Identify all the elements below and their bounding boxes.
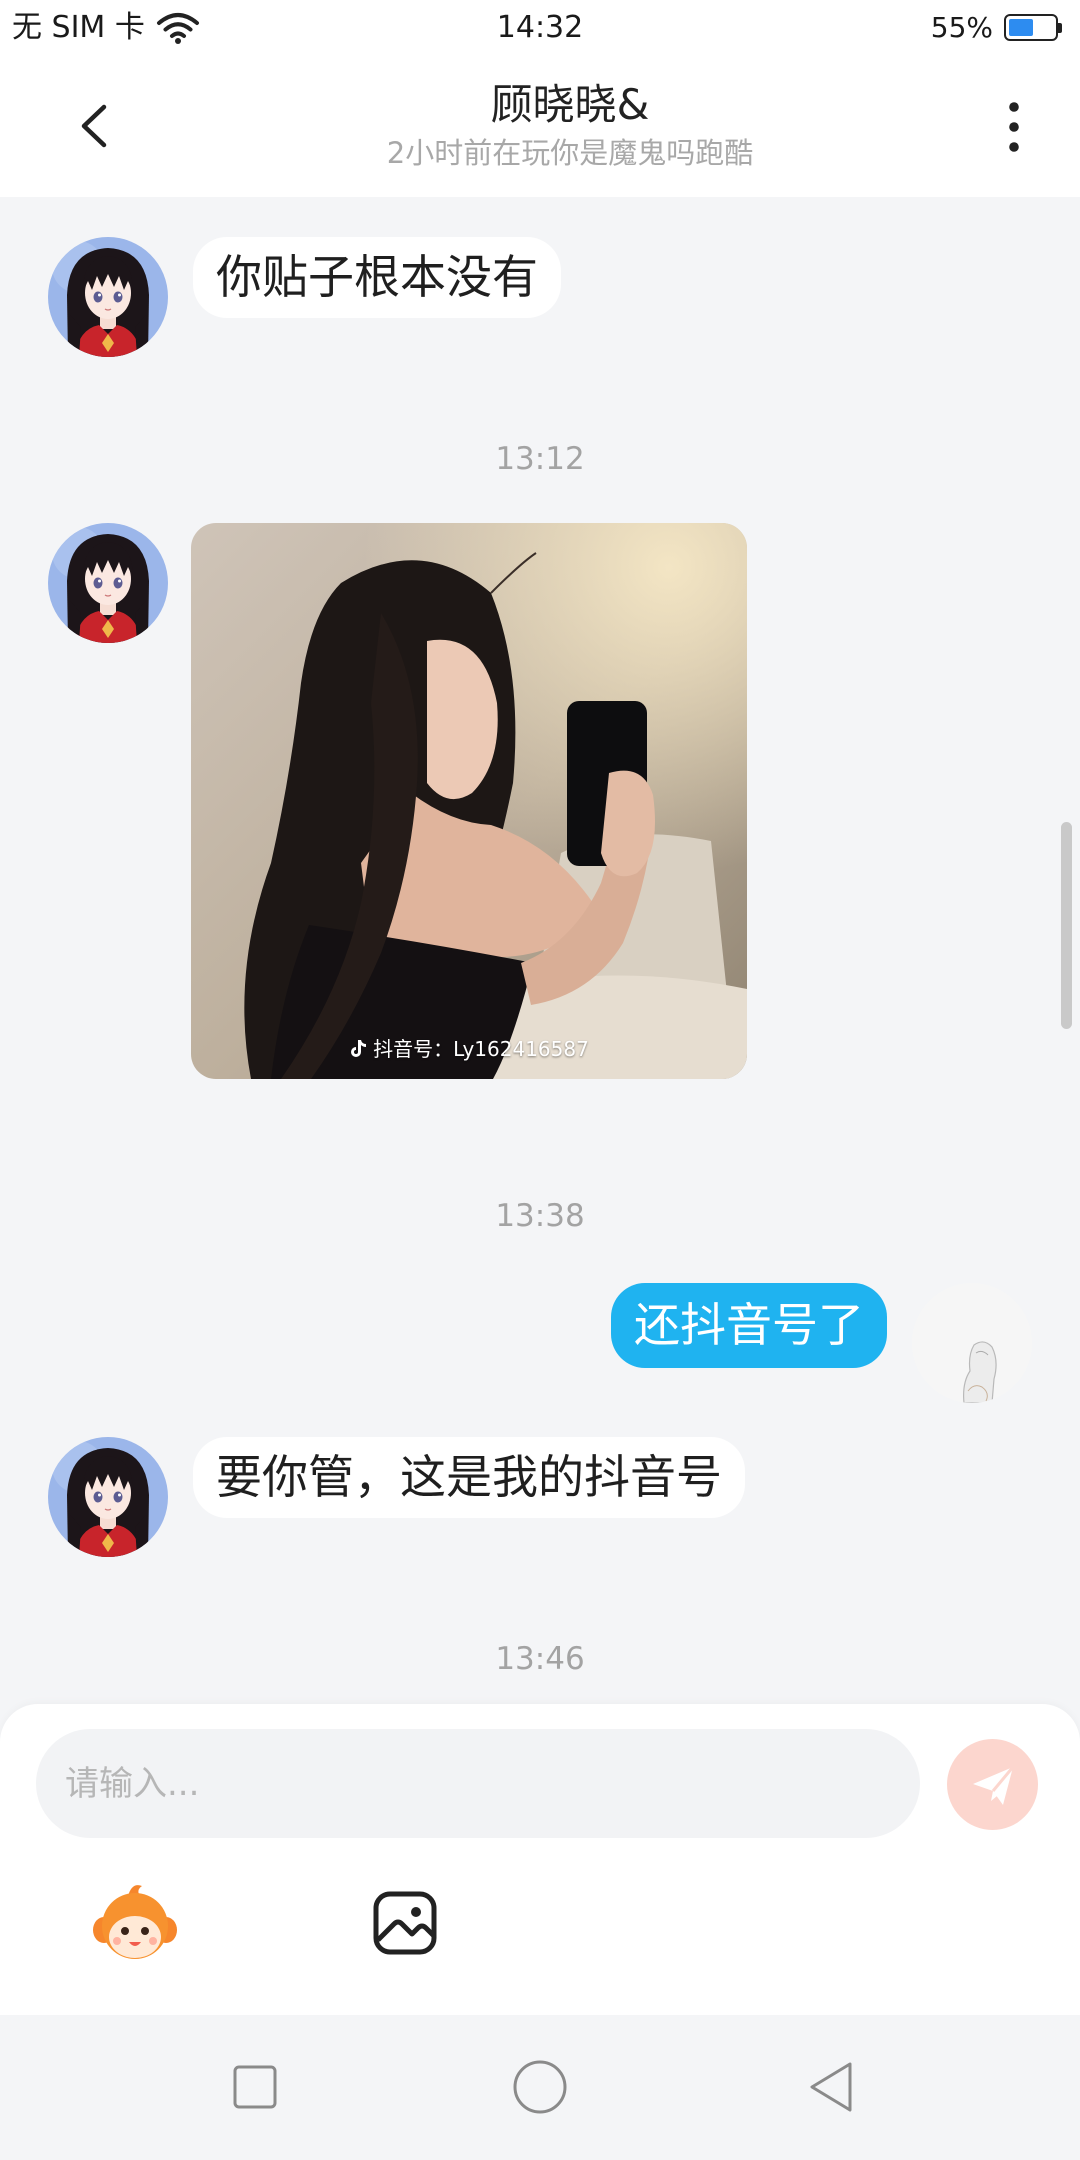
message-bubble[interactable]: 要你管，这是我的抖音号 <box>193 1437 745 1518</box>
message-timestamp: 13:12 <box>495 441 585 477</box>
message-row-outgoing: 还抖音号了 <box>0 1283 1080 1413</box>
my-avatar[interactable] <box>912 1283 1032 1403</box>
photo-content <box>191 523 747 1079</box>
emoji-mascot-icon[interactable] <box>92 1880 178 1966</box>
avatar-girl-icon <box>48 237 168 357</box>
recent-apps-icon[interactable] <box>232 2064 278 2110</box>
system-nav-bar <box>0 2015 1080 2160</box>
back-icon[interactable] <box>806 2060 856 2114</box>
battery-level-fill <box>1009 19 1034 36</box>
back-button[interactable] <box>72 99 116 153</box>
home-icon[interactable] <box>512 2059 568 2115</box>
send-icon <box>972 1765 1014 1805</box>
more-vertical-icon <box>1009 102 1019 152</box>
watermark-text: 抖音号：Ly162416587 <box>373 1037 589 1061</box>
avatar-girl-icon <box>48 1437 168 1557</box>
avatar-girl-icon <box>48 523 168 643</box>
conversation-title-block[interactable]: 顾晓晓& 2小时前在玩你是魔鬼吗跑酷 <box>140 55 1000 197</box>
battery-body <box>1004 14 1058 41</box>
image-icon[interactable] <box>372 1890 438 1956</box>
battery-cap <box>1058 22 1062 33</box>
battery-icon <box>1004 14 1064 41</box>
message-bubble[interactable]: 你贴子根本没有 <box>193 237 561 318</box>
battery-percentage: 55% <box>930 11 993 44</box>
wifi-icon <box>157 13 199 44</box>
message-row-incoming: 要你管，这是我的抖音号 <box>0 1437 1080 1567</box>
message-composer <box>0 1704 1080 2015</box>
message-timestamp: 13:46 <box>495 1641 585 1677</box>
douyin-logo-icon <box>351 1040 367 1057</box>
more-menu-button[interactable] <box>994 97 1034 157</box>
send-button[interactable] <box>947 1739 1038 1830</box>
contact-avatar[interactable] <box>48 1437 168 1557</box>
message-row-incoming: 你贴子根本没有 <box>0 237 1080 367</box>
contact-name: 顾晓晓& <box>490 80 650 129</box>
message-input[interactable] <box>36 1729 920 1838</box>
chat-scrollbar[interactable] <box>1061 822 1072 1029</box>
chevron-left-icon <box>81 104 107 148</box>
chat-history[interactable]: 你贴子根本没有 13:12 抖音号：Ly162416587 13:38 还抖音号… <box>0 197 1080 1704</box>
message-bubble[interactable]: 还抖音号了 <box>611 1283 887 1368</box>
chat-header: 顾晓晓& 2小时前在玩你是魔鬼吗跑酷 <box>0 55 1080 197</box>
clock: 14:32 <box>496 10 584 45</box>
shared-photo[interactable]: 抖音号：Ly162416587 <box>191 523 747 1079</box>
status-bar: 无 SIM 卡 14:32 55% <box>0 0 1080 55</box>
carrier-label: 无 SIM 卡 <box>12 10 145 45</box>
message-row-incoming: 抖音号：Ly162416587 <box>0 523 1080 1083</box>
contact-avatar[interactable] <box>48 237 168 357</box>
douyin-watermark: 抖音号：Ly162416587 <box>191 1036 747 1062</box>
avatar-sketch-icon <box>912 1283 1032 1403</box>
message-timestamp: 13:38 <box>495 1198 585 1234</box>
contact-avatar[interactable] <box>48 523 168 643</box>
contact-status: 2小时前在玩你是魔鬼吗跑酷 <box>386 136 754 170</box>
